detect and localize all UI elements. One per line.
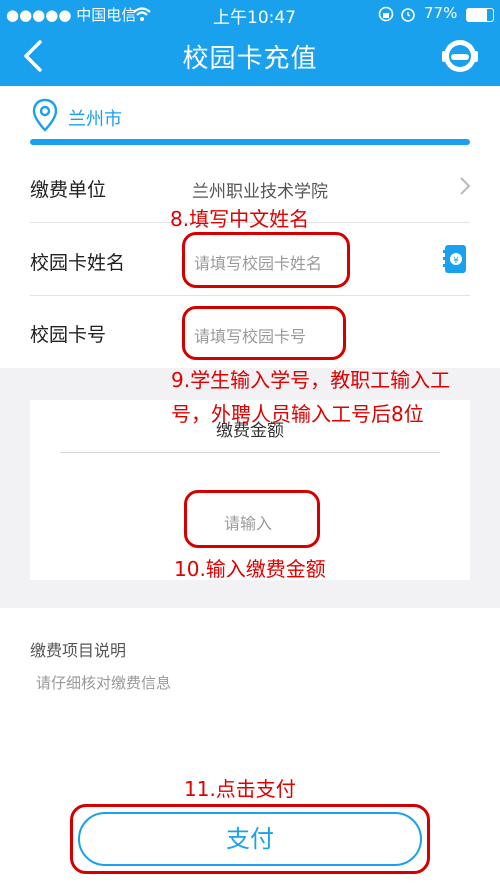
name-label: 校园卡姓名 xyxy=(30,252,126,274)
location-pin-icon xyxy=(32,98,58,132)
name-input[interactable]: 请填写校园卡姓名 xyxy=(194,250,322,274)
amount-divider xyxy=(60,452,440,453)
battery-percent: 77% xyxy=(424,4,458,22)
divider xyxy=(30,295,470,296)
card-label: 校园卡号 xyxy=(30,324,107,346)
unit-value[interactable]: 兰州职业技术学院 xyxy=(192,177,328,202)
annotation-step9-line2: 号，外聘人员输入工号后8位 xyxy=(171,402,424,426)
pay-button[interactable]: 支付 xyxy=(78,812,422,866)
battery-icon xyxy=(466,8,494,22)
location-underline xyxy=(30,139,470,145)
wifi-icon xyxy=(133,7,151,21)
card-input[interactable]: 请填写校园卡号 xyxy=(194,323,306,347)
notes-text: 请仔细核对缴费信息 xyxy=(36,674,172,692)
annotation-step8: 8.填写中文姓名 xyxy=(170,207,310,231)
city-label: 兰州市 xyxy=(68,109,122,130)
amount-input[interactable]: 请输入 xyxy=(224,510,272,534)
location-bar[interactable]: 兰州市 xyxy=(0,86,500,148)
page-title: 校园卡充值 xyxy=(182,44,318,74)
svg-text:¥: ¥ xyxy=(453,256,459,266)
carrier-text: ●●●●● 中国电信 xyxy=(6,6,137,24)
annotation-step9-line1: 9.学生输入学号，教职工输入工 xyxy=(171,368,451,392)
annotation-step11: 11.点击支付 xyxy=(184,777,296,801)
annotation-step10: 10.输入缴费金额 xyxy=(174,557,326,581)
nav-bar: 校园卡充值 xyxy=(0,28,500,86)
customer-service-icon[interactable] xyxy=(440,36,480,76)
unit-label: 缴费单位 xyxy=(30,179,107,201)
clock-text: 上午10:47 xyxy=(213,8,296,28)
chevron-right-icon[interactable] xyxy=(458,176,472,196)
notes-title: 缴费项目说明 xyxy=(30,641,127,660)
status-bar: ●●●●● 中国电信 上午10:47 77% xyxy=(0,0,500,28)
card-book-icon[interactable]: ¥ xyxy=(442,244,468,274)
alarm-icon xyxy=(401,8,415,22)
rotation-lock-icon xyxy=(378,6,394,22)
